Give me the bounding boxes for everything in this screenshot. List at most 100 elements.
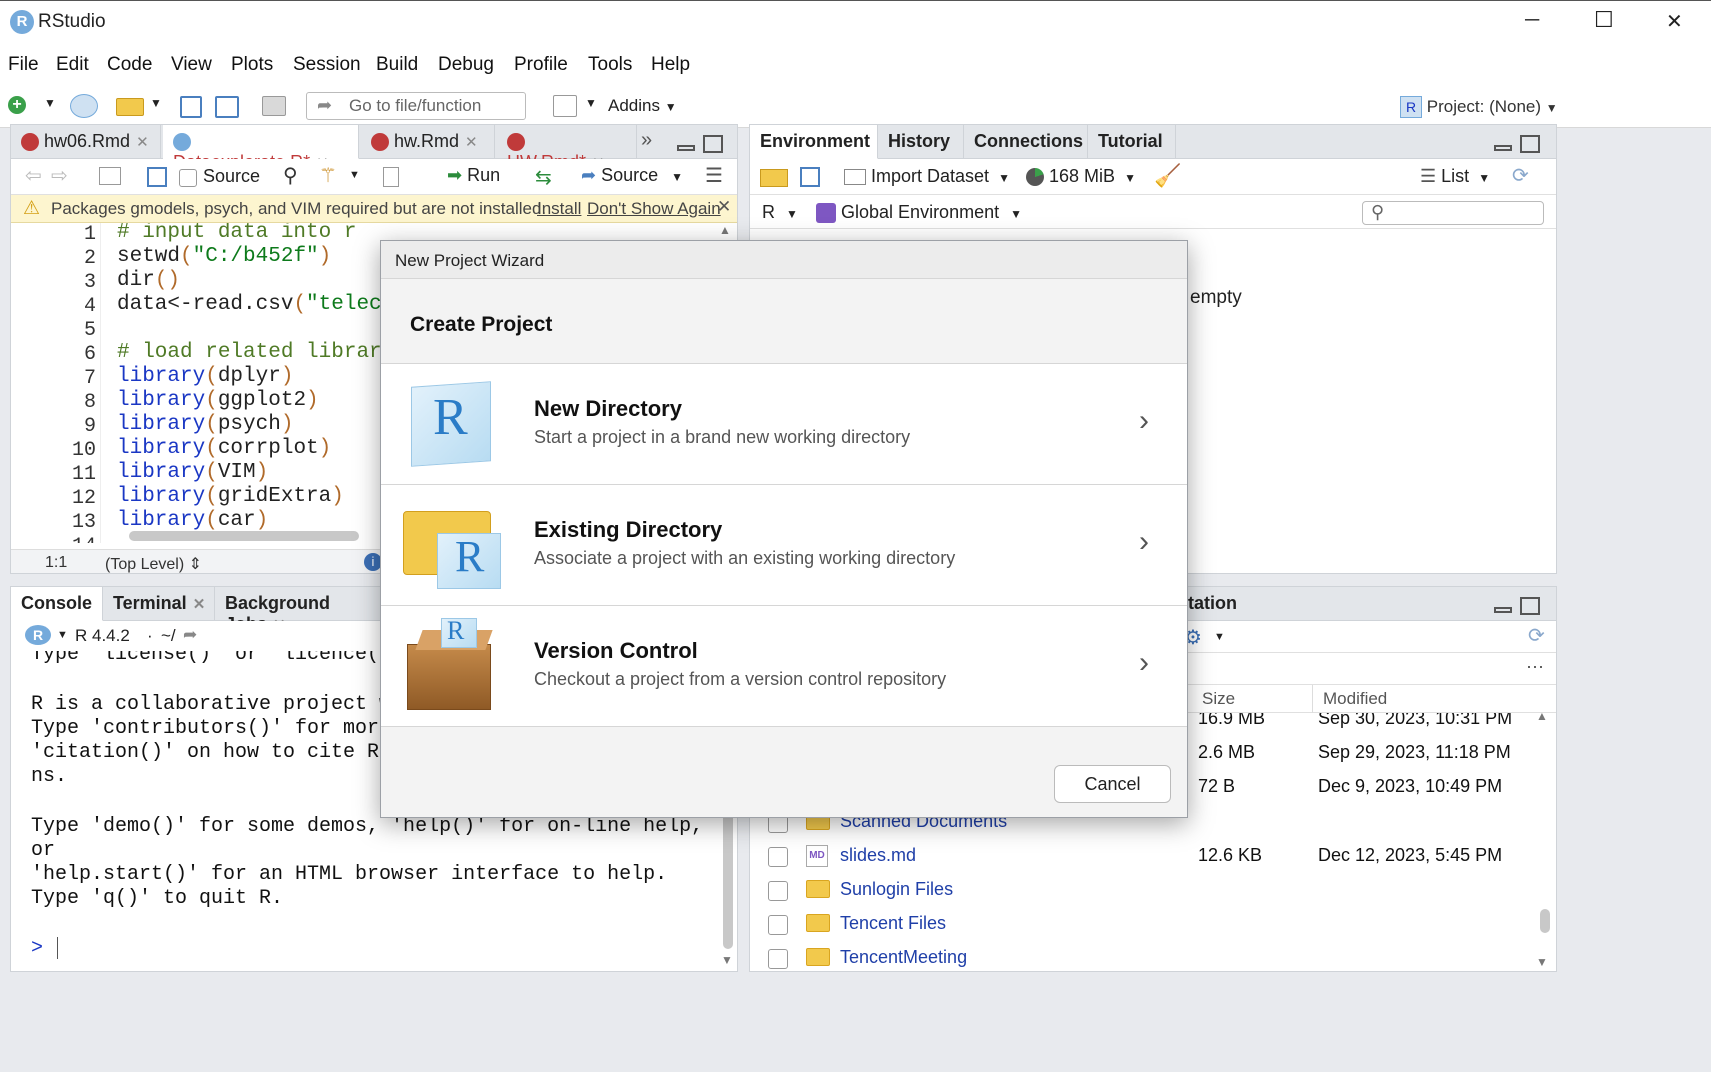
new-file-icon[interactable]: +	[8, 96, 26, 114]
load-workspace-icon[interactable]	[760, 169, 788, 187]
import-dataset-menu[interactable]: Import Dataset ▼	[844, 166, 1010, 187]
close-tab-icon[interactable]: ✕	[465, 134, 478, 151]
file-name[interactable]: TencentMeeting	[840, 947, 967, 968]
dropdown-arrow-icon[interactable]: ▼	[57, 629, 68, 641]
install-link[interactable]: Install	[537, 199, 581, 219]
magic-wand-icon[interactable]: ⚚	[319, 163, 337, 188]
file-name[interactable]: slides.md	[840, 845, 916, 866]
file-name[interactable]: Tencent Files	[840, 913, 946, 934]
maximize-pane-icon[interactable]	[1520, 135, 1540, 153]
menu-file[interactable]: File	[8, 54, 39, 76]
existing-directory-option[interactable]: R Existing Directory Associate a project…	[381, 484, 1187, 605]
maximize-pane-icon[interactable]	[703, 135, 723, 153]
close-tab-icon[interactable]: ✕	[136, 134, 149, 151]
tab-hw-rmd[interactable]: hw.Rmd ✕	[361, 125, 495, 159]
environment-search-input[interactable]: ⚲	[1362, 201, 1544, 225]
language-menu[interactable]: R ▼	[762, 202, 798, 223]
open-file-icon[interactable]	[116, 98, 144, 116]
refresh-icon[interactable]: ⟳	[1528, 623, 1545, 648]
refresh-icon[interactable]: ⟳	[1512, 163, 1529, 188]
clear-broom-icon[interactable]: 🧹	[1154, 163, 1181, 189]
file-checkbox[interactable]	[768, 847, 788, 867]
cancel-button[interactable]: Cancel	[1054, 765, 1171, 803]
forward-arrow-icon[interactable]: ⇨	[51, 163, 68, 188]
menu-debug[interactable]: Debug	[438, 54, 494, 76]
scroll-down-icon[interactable]: ▼	[721, 953, 733, 967]
tab-environment[interactable]: Environment	[750, 125, 878, 159]
new-project-icon[interactable]	[70, 94, 98, 118]
tab-hw-rmd-modified[interactable]: HW.Rmd*✕	[497, 125, 637, 172]
column-modified[interactable]: Modified	[1323, 689, 1387, 709]
show-in-window-icon[interactable]	[99, 167, 121, 185]
close-warning-icon[interactable]: ✕	[717, 197, 731, 217]
source-on-save-checkbox[interactable]	[179, 169, 197, 187]
horizontal-scrollbar[interactable]	[129, 531, 359, 541]
scope-selector[interactable]: (Top Level) ⇕	[105, 554, 202, 573]
menu-build[interactable]: Build	[376, 54, 418, 76]
scroll-up-icon[interactable]: ▲	[719, 223, 731, 237]
maximize-pane-icon[interactable]	[1520, 597, 1540, 615]
file-row[interactable]: TencentMeeting	[750, 942, 1555, 971]
minimize-button[interactable]: ─	[1525, 9, 1539, 32]
save-workspace-icon[interactable]	[800, 167, 820, 187]
menu-edit[interactable]: Edit	[56, 54, 89, 76]
go-to-directory-icon[interactable]: ➦	[183, 625, 197, 645]
tab-terminal[interactable]: Terminal ✕	[103, 587, 215, 621]
file-checkbox[interactable]	[768, 949, 788, 969]
column-size[interactable]: Size	[1202, 689, 1235, 709]
maximize-button[interactable]: ☐	[1594, 7, 1614, 33]
files-scrollbar[interactable]	[1540, 909, 1550, 933]
outline-icon[interactable]: ☰	[705, 163, 723, 188]
goto-file-input[interactable]: ➦ Go to file/function	[306, 92, 526, 120]
more-options-icon[interactable]: ⋯	[1526, 657, 1544, 678]
file-row[interactable]: Tencent Files	[750, 908, 1555, 942]
source-button[interactable]: ➦ Source ▼	[581, 165, 683, 186]
scope-menu[interactable]: Global Environment ▼	[816, 202, 1022, 224]
scroll-up-icon[interactable]: ▲	[1536, 713, 1548, 723]
compile-report-icon[interactable]	[383, 167, 399, 187]
menu-code[interactable]: Code	[107, 54, 152, 76]
scroll-down-icon[interactable]: ▼	[1536, 955, 1548, 969]
version-control-option[interactable]: R Version Control Checkout a project fro…	[381, 605, 1187, 726]
menu-session[interactable]: Session	[293, 54, 361, 76]
minimize-pane-icon[interactable]	[1494, 607, 1512, 613]
save-icon[interactable]	[180, 96, 202, 118]
tab-hw06-rmd[interactable]: hw06.Rmd ✕	[11, 125, 161, 159]
search-icon[interactable]: ⚲	[283, 163, 298, 188]
tab-presentation[interactable]: tation	[1188, 593, 1237, 614]
run-button[interactable]: ➡ Run	[447, 165, 500, 186]
menu-help[interactable]: Help	[651, 54, 690, 76]
file-checkbox[interactable]	[768, 881, 788, 901]
tab-background-jobs[interactable]: Background Jobs✕	[215, 587, 395, 634]
menu-tools[interactable]: Tools	[588, 54, 632, 76]
addins-menu[interactable]: Addins ▼	[608, 96, 677, 116]
tab-connections[interactable]: Connections	[964, 125, 1088, 159]
more-tabs-icon[interactable]: »	[641, 129, 652, 152]
tab-history[interactable]: History	[878, 125, 964, 159]
rerun-icon[interactable]: ⇆	[535, 165, 552, 190]
menu-view[interactable]: View	[171, 54, 212, 76]
file-name[interactable]: Sunlogin Files	[840, 879, 953, 900]
view-mode-menu[interactable]: ☰ List ▼	[1420, 166, 1490, 187]
memory-usage[interactable]: 168 MiB ▼	[1026, 166, 1136, 187]
back-arrow-icon[interactable]: ⇦	[25, 163, 42, 188]
dont-show-again-link[interactable]: Don't Show Again	[587, 199, 721, 219]
menu-plots[interactable]: Plots	[231, 54, 273, 76]
tab-dataexplorate-r[interactable]: Dataexplorate.R*✕	[163, 125, 359, 172]
save-all-icon[interactable]	[215, 96, 239, 118]
dropdown-arrow-icon[interactable]: ▼	[150, 96, 162, 110]
pane-layout-icon[interactable]	[553, 95, 577, 117]
save-icon[interactable]	[147, 167, 167, 187]
menu-profile[interactable]: Profile	[514, 54, 568, 76]
close-window-button[interactable]: ✕	[1666, 9, 1683, 34]
new-directory-option[interactable]: R New Directory Start a project in a bra…	[381, 363, 1187, 484]
print-icon[interactable]	[262, 96, 286, 116]
project-menu[interactable]: R Project: (None) ▼	[1400, 96, 1558, 118]
minimize-pane-icon[interactable]	[1494, 145, 1512, 151]
file-checkbox[interactable]	[768, 915, 788, 935]
tab-console[interactable]: Console	[11, 587, 103, 621]
file-row[interactable]: MD slides.md 12.6 KB Dec 12, 2023, 5:45 PM	[750, 840, 1555, 874]
dropdown-arrow-icon[interactable]: ▼	[1214, 631, 1225, 643]
dropdown-arrow-icon[interactable]: ▼	[585, 96, 597, 110]
dropdown-arrow-icon[interactable]: ▼	[44, 96, 56, 110]
